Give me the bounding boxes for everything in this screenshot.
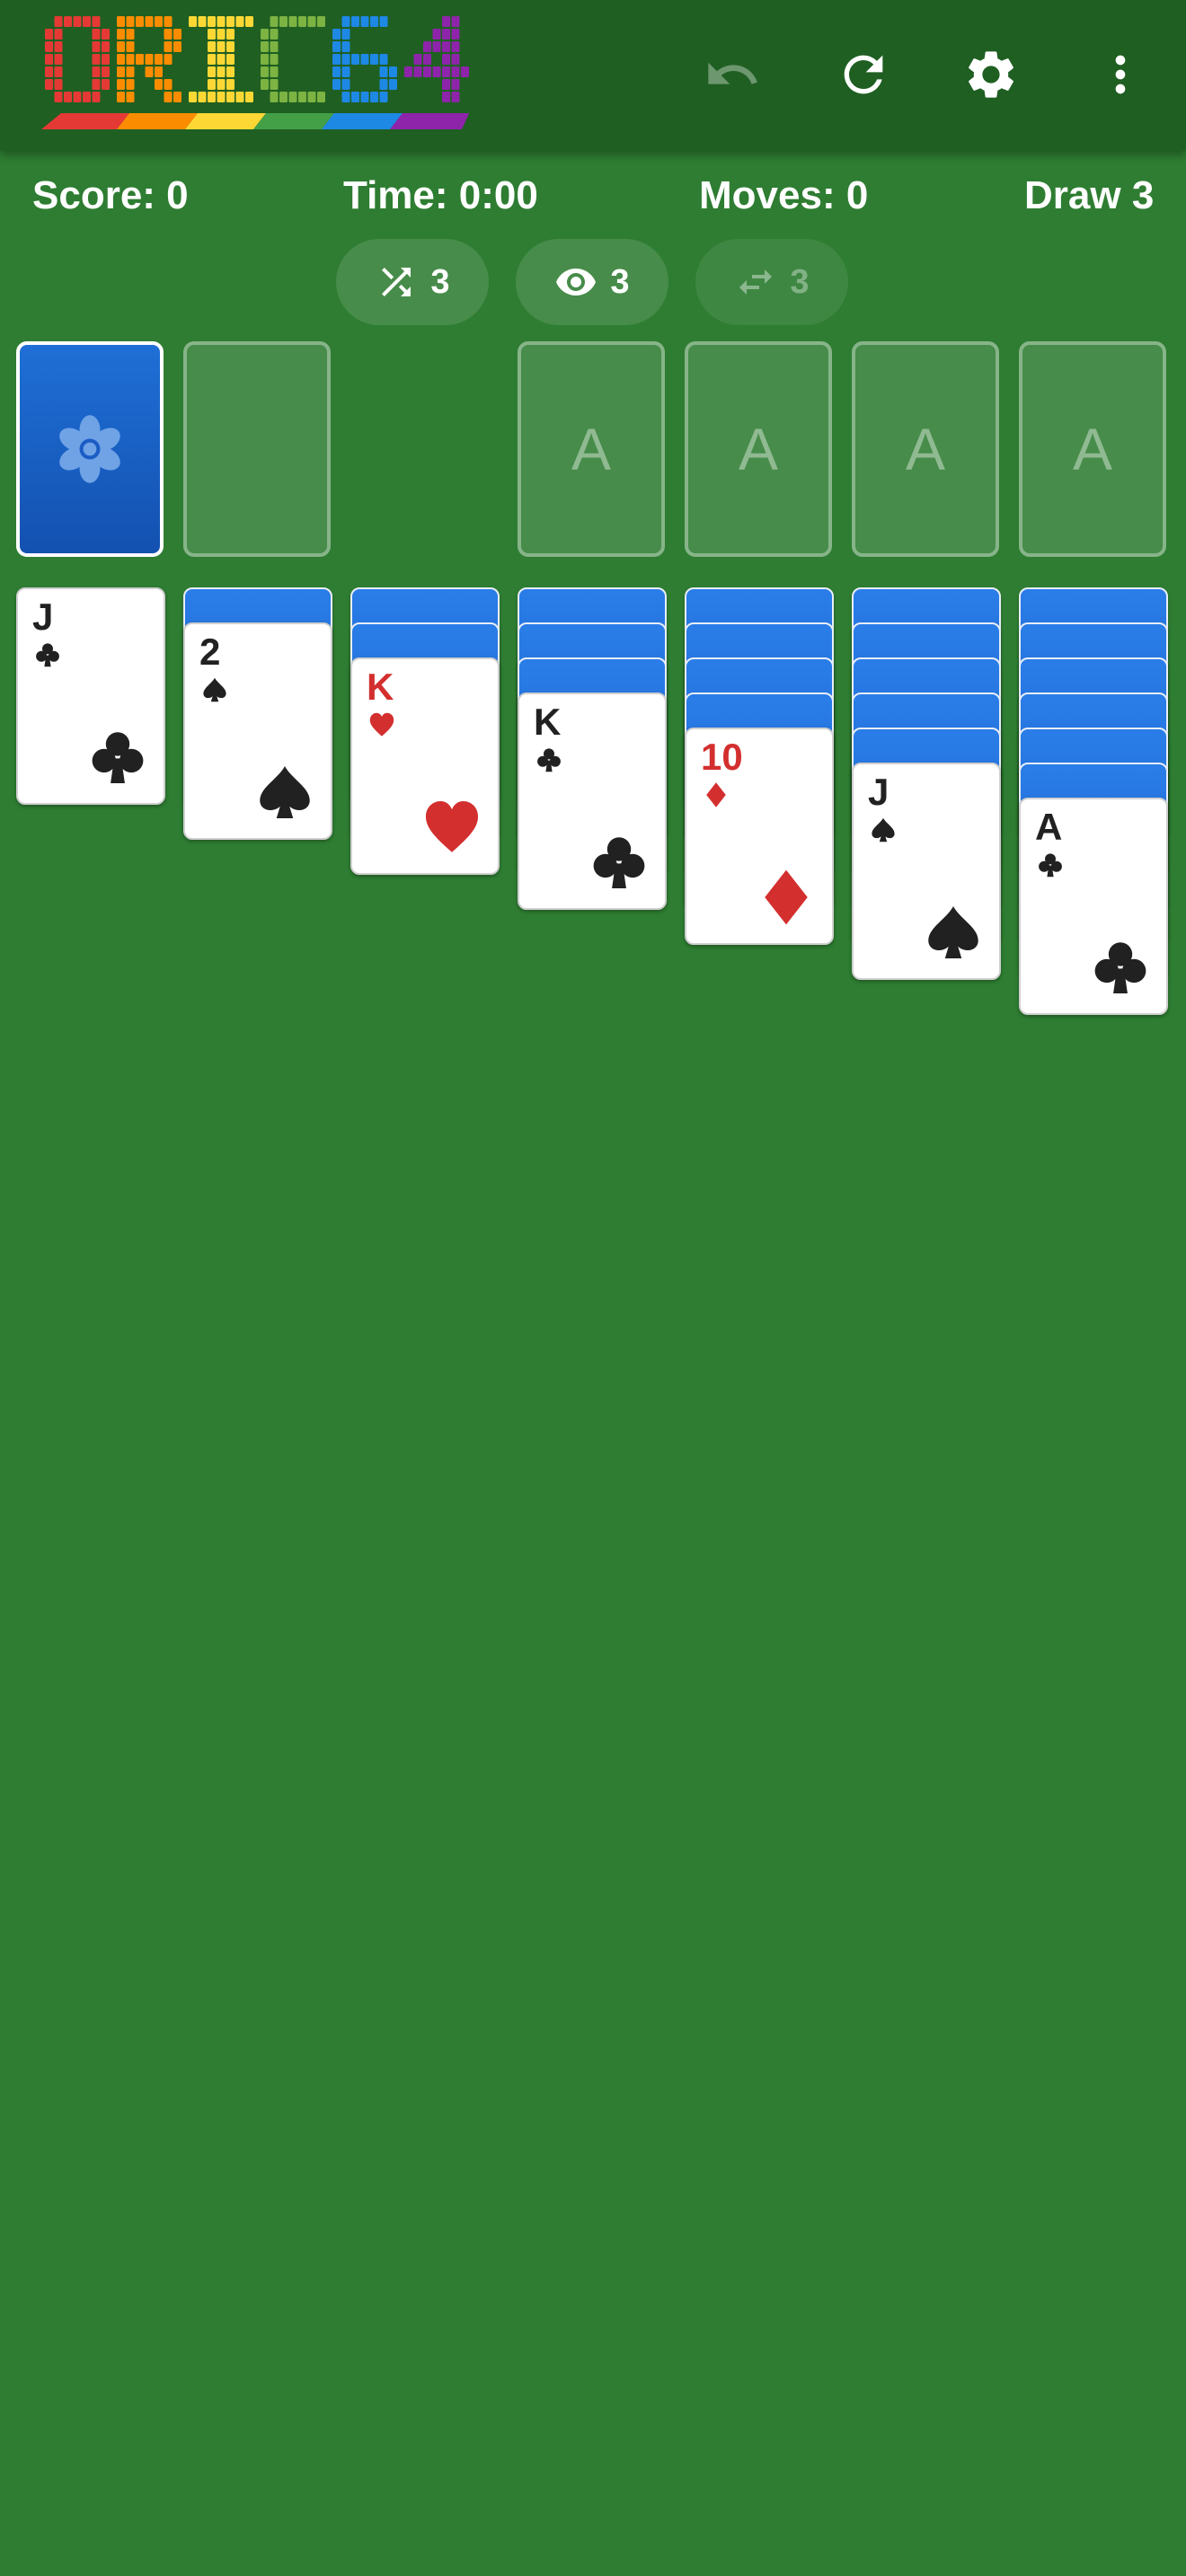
foundation-2[interactable]: A (685, 341, 832, 557)
restart-button[interactable] (823, 34, 904, 115)
stock-pile[interactable] (16, 341, 164, 557)
swap-icon (739, 269, 773, 295)
flower-icon (59, 415, 120, 483)
foundation-1[interactable]: A (518, 341, 665, 557)
tableau-card[interactable]: J (852, 763, 1001, 980)
card-rank: K (367, 666, 394, 708)
spades-icon (260, 765, 310, 819)
more-vert-icon (1115, 55, 1126, 94)
undo-icon (708, 62, 757, 84)
clubs-icon (92, 732, 144, 784)
card-rank: J (32, 595, 54, 638)
diamonds-icon (706, 782, 726, 807)
undo-button[interactable] (692, 34, 773, 115)
clubs-icon (537, 748, 561, 772)
waste-pile[interactable] (183, 341, 331, 557)
clubs-icon (1094, 942, 1146, 994)
app-logo (41, 16, 469, 129)
hearts-icon (425, 800, 479, 852)
card-rank: 2 (199, 631, 221, 673)
spades-icon (203, 677, 226, 702)
clubs-icon (1039, 853, 1062, 878)
score-label: Score: 0 (32, 173, 189, 217)
card-rank: K (534, 701, 562, 743)
overflow-menu-button[interactable] (1080, 34, 1161, 115)
refresh-icon (844, 55, 883, 94)
tableau-card[interactable]: A (1019, 798, 1168, 1015)
clubs-icon (36, 643, 59, 667)
tableau-card[interactable]: J (16, 587, 165, 805)
hearts-icon (369, 712, 394, 737)
draw-mode-label: Draw 3 (1024, 173, 1155, 217)
shuffle-button[interactable]: 3 (336, 239, 489, 325)
card-rank: A (1035, 806, 1063, 848)
card-rank: J (868, 771, 890, 813)
peek-button[interactable]: 3 (516, 239, 668, 325)
peek-count: 3 (610, 262, 630, 301)
top-app-bar (0, 0, 1186, 151)
timer-label: Time: 0:00 (343, 173, 538, 217)
settings-button[interactable] (951, 34, 1031, 115)
tableau-card[interactable]: 2 (183, 622, 332, 840)
eye-icon (556, 269, 597, 296)
moves-label: Moves: 0 (699, 173, 869, 217)
gear-icon (969, 51, 1013, 98)
foundation-4[interactable]: A (1019, 341, 1166, 557)
swap-count: 3 (790, 262, 810, 301)
shuffle-count: 3 (430, 262, 450, 301)
shuffle-icon (382, 268, 412, 296)
clubs-icon (593, 837, 645, 889)
tableau-card[interactable]: K (518, 693, 667, 910)
tableau-card[interactable]: 10 (685, 728, 834, 945)
spades-icon (928, 905, 978, 959)
spades-icon (872, 817, 895, 842)
card-rank: 10 (701, 736, 743, 778)
foundation-3[interactable]: A (852, 341, 999, 557)
tableau-card[interactable]: K (350, 657, 500, 875)
swap-button[interactable]: 3 (695, 239, 848, 325)
diamonds-icon (765, 869, 808, 925)
